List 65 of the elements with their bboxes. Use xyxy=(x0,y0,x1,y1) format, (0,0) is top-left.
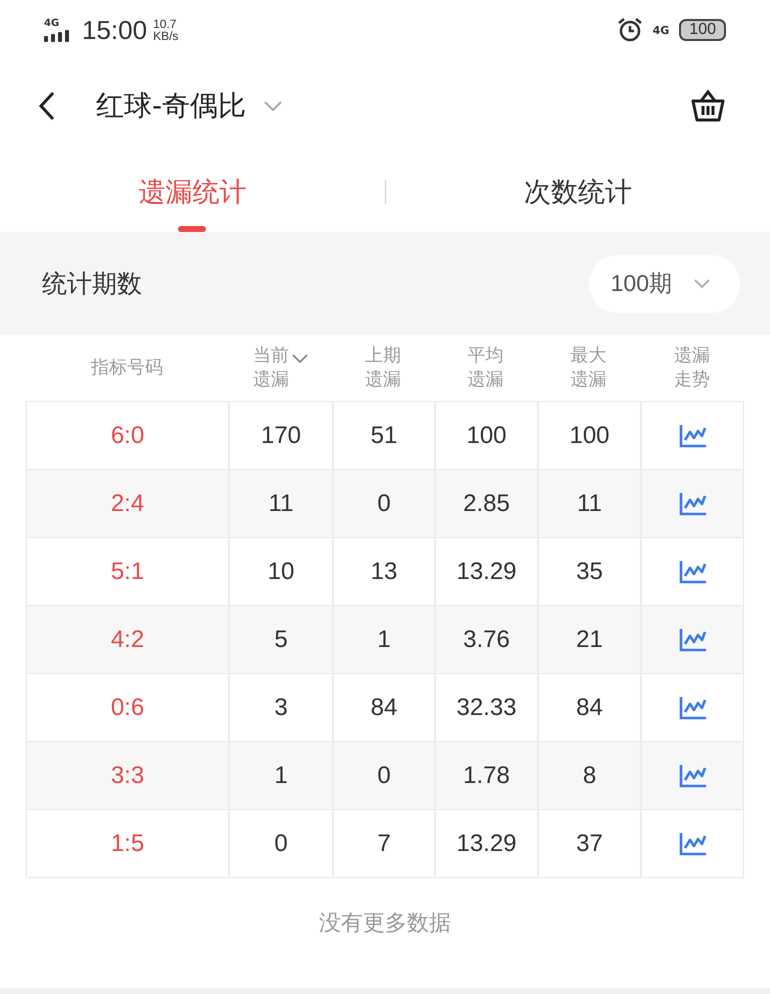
column-header: 遗漏走势 xyxy=(673,344,711,392)
alarm-clock-icon xyxy=(616,17,643,43)
battery-level: 100 xyxy=(679,19,726,41)
table-cell: 3:3 xyxy=(110,762,144,790)
table-cell: 84 xyxy=(576,694,603,722)
table-cell: 51 xyxy=(370,422,398,450)
table-cell: 13 xyxy=(370,558,398,586)
table-cell: 21 xyxy=(576,626,603,654)
table-cell: 2.85 xyxy=(463,490,510,518)
trend-chart-icon[interactable] xyxy=(678,764,706,788)
table-cell: 0 xyxy=(377,762,391,790)
table-cell: 11 xyxy=(268,490,294,518)
table-cell: 4:2 xyxy=(110,626,144,654)
period-dropdown[interactable]: 100期 xyxy=(588,254,740,312)
clock-time: 15:00 xyxy=(82,14,148,46)
trend-chart-icon[interactable] xyxy=(678,492,706,516)
table-cell: 6:0 xyxy=(110,422,144,450)
table-cell: 100 xyxy=(466,422,507,450)
table-cell: 0:6 xyxy=(110,694,144,722)
trend-chart-icon[interactable] xyxy=(678,560,706,584)
column-header: 指标号码 xyxy=(91,356,163,380)
column-header: 平均遗漏 xyxy=(466,344,504,392)
cell-network-type: 4G xyxy=(652,24,670,36)
table-cell: 8 xyxy=(582,762,596,790)
table-cell: 13.29 xyxy=(456,558,517,586)
table-cell: 100 xyxy=(569,422,610,450)
table-cell: 32.33 xyxy=(456,694,517,722)
table-cell: 5 xyxy=(274,626,288,654)
column-header: 最大遗漏 xyxy=(570,344,608,392)
table-cell: 3 xyxy=(274,694,288,722)
trend-chart-icon[interactable] xyxy=(678,832,706,856)
period-label: 统计期数 xyxy=(42,268,142,300)
table-cell: 3.76 xyxy=(463,626,510,654)
table-cell: 1 xyxy=(377,626,391,654)
table-cell: 1 xyxy=(274,762,288,790)
trend-chart-icon[interactable] xyxy=(678,628,706,652)
table-cell: 84 xyxy=(370,694,398,722)
column-header: 上期遗漏 xyxy=(364,344,402,392)
back-icon[interactable] xyxy=(38,91,56,121)
speed-value: 10.7 xyxy=(153,18,178,30)
network-type: 4G xyxy=(44,18,60,29)
table-cell: 170 xyxy=(260,422,302,450)
trend-chart-icon[interactable] xyxy=(678,696,706,720)
table-cell: 35 xyxy=(576,558,603,586)
table-cell: 10 xyxy=(268,558,294,586)
tab[interactable]: 次数统计 xyxy=(386,152,770,232)
table-cell: 5:1 xyxy=(110,558,144,586)
sort-chevron-icon[interactable] xyxy=(292,354,308,362)
speed-unit: KB/s xyxy=(153,30,178,42)
no-more-data-text: 没有更多数据 xyxy=(319,910,451,938)
basket-icon[interactable] xyxy=(690,89,726,123)
chevron-down-icon[interactable] xyxy=(264,101,282,111)
table-cell: 2:4 xyxy=(110,490,144,518)
table-cell: 11 xyxy=(577,490,602,518)
table-cell: 1.78 xyxy=(463,762,510,790)
table-cell: 0 xyxy=(377,490,391,518)
trend-chart-icon[interactable] xyxy=(678,424,706,448)
table-cell: 37 xyxy=(576,830,603,858)
table-cell: 7 xyxy=(377,830,391,858)
table-cell: 13.29 xyxy=(456,830,517,858)
chevron-down-icon xyxy=(694,279,710,288)
tab[interactable]: 遗漏统计 xyxy=(0,152,384,232)
table-cell: 0 xyxy=(274,830,288,858)
table-cell: 1:5 xyxy=(110,830,144,858)
page-title[interactable]: 红球-奇偶比 xyxy=(96,87,246,125)
